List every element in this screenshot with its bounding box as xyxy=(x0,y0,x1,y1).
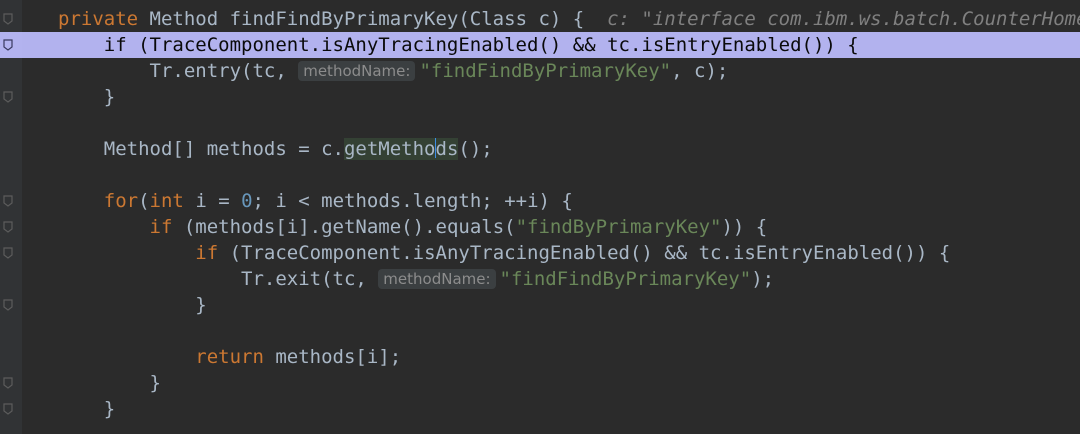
code-token: Method[] methods = c. xyxy=(58,138,344,160)
code-text[interactable]: } xyxy=(58,84,115,110)
code-token: Tr.entry(tc, xyxy=(58,60,299,82)
code-line[interactable]: for(int i = 0; i < methods.length; ++i) … xyxy=(0,188,1080,214)
code-token: "findFindByPrimaryKey" xyxy=(419,60,672,82)
parameter-hint: methodName: xyxy=(298,61,416,81)
code-text[interactable]: } xyxy=(58,292,207,318)
code-line[interactable]: } xyxy=(0,370,1080,396)
code-line[interactable]: private Method findFindByPrimaryKey(Clas… xyxy=(0,6,1080,32)
code-line[interactable]: } xyxy=(0,292,1080,318)
code-line[interactable]: } xyxy=(0,84,1080,110)
fold-marker-icon[interactable] xyxy=(2,376,14,390)
parameter-hint: methodName: xyxy=(378,269,496,289)
code-token: if (TraceComponent.isAnyTracingEnabled()… xyxy=(58,34,859,56)
code-text[interactable]: if (TraceComponent.isAnyTracingEnabled()… xyxy=(58,32,859,58)
code-line[interactable]: Method[] methods = c.getMethods(); xyxy=(0,136,1080,162)
code-token: 0 xyxy=(241,190,253,212)
code-line[interactable] xyxy=(0,318,1080,344)
code-line[interactable]: Tr.exit(tc, methodName: "findFindByPrimar… xyxy=(0,266,1080,292)
code-token: ; i < methods.length; ++i) { xyxy=(252,190,573,212)
code-text[interactable]: if (methods[i].getName().equals("findByP… xyxy=(58,214,768,240)
code-token: "findByPrimaryKey" xyxy=(515,216,722,238)
code-token: )) { xyxy=(721,216,768,238)
code-text[interactable]: Tr.entry(tc, methodName: "findFindByPrima… xyxy=(58,58,729,84)
code-token: return xyxy=(195,346,264,368)
code-token: getMetho xyxy=(343,138,436,160)
code-token: Method findFindByPrimaryKey(Class c) { xyxy=(138,8,608,30)
code-text[interactable]: if (TraceComponent.isAnyTracingEnabled()… xyxy=(58,240,950,266)
code-line[interactable]: Tr.entry(tc, methodName: "findFindByPrima… xyxy=(0,58,1080,84)
fold-marker-icon[interactable] xyxy=(2,298,14,312)
code-text[interactable]: } xyxy=(58,370,161,396)
code-token: for xyxy=(103,190,139,212)
code-token: methods[i]; xyxy=(263,346,402,368)
code-token: private xyxy=(58,8,139,30)
code-line[interactable]: if (TraceComponent.isAnyTracingEnabled()… xyxy=(0,240,1080,266)
code-token: } xyxy=(58,372,161,394)
code-token: , c); xyxy=(671,60,729,82)
code-token: int xyxy=(149,190,184,212)
code-token: ( xyxy=(138,190,150,212)
code-token: } xyxy=(58,294,207,316)
code-line[interactable] xyxy=(0,162,1080,188)
code-text[interactable]: Tr.exit(tc, methodName: "findFindByPrimar… xyxy=(58,266,774,292)
code-text[interactable]: } xyxy=(58,396,115,422)
code-token: ); xyxy=(751,268,775,290)
code-line[interactable]: if (TraceComponent.isAnyTracingEnabled()… xyxy=(0,32,1080,58)
code-token: if xyxy=(149,216,173,238)
code-token: } xyxy=(58,86,116,108)
fold-marker-icon[interactable] xyxy=(2,194,14,208)
fold-marker-icon[interactable] xyxy=(2,90,14,104)
fold-marker-icon[interactable] xyxy=(2,220,14,234)
code-token: } xyxy=(58,398,116,420)
code-token: if xyxy=(195,242,219,264)
code-line[interactable]: if (methods[i].getName().equals("findByP… xyxy=(0,214,1080,240)
code-line[interactable]: return methods[i]; xyxy=(0,344,1080,370)
code-text[interactable]: private Method findFindByPrimaryKey(Clas… xyxy=(58,6,1080,32)
code-text[interactable]: Method[] methods = c.getMethods(); xyxy=(58,136,493,162)
code-token: (TraceComponent.isAnyTracingEnabled() &&… xyxy=(218,242,951,264)
inline-value-hint: c: "interface com.ibm.ws.batch.CounterHo… xyxy=(607,8,1080,30)
code-line[interactable] xyxy=(0,110,1080,136)
fold-marker-icon[interactable] xyxy=(2,246,14,260)
code-token: (methods[i].getName().equals( xyxy=(172,216,516,238)
code-token: (); xyxy=(458,138,493,160)
code-token: Tr.exit(tc, xyxy=(58,268,379,290)
fold-marker-icon[interactable] xyxy=(2,38,14,52)
code-token: i = xyxy=(183,190,242,212)
code-text[interactable]: return methods[i]; xyxy=(58,344,401,370)
fold-marker-icon[interactable] xyxy=(2,12,14,26)
code-token: ds xyxy=(435,138,459,160)
code-token: "findFindByPrimaryKey" xyxy=(499,268,752,290)
code-text[interactable]: for(int i = 0; i < methods.length; ++i) … xyxy=(58,188,573,214)
fold-marker-icon[interactable] xyxy=(2,402,14,416)
code-editor[interactable]: private Method findFindByPrimaryKey(Clas… xyxy=(0,0,1080,434)
code-line[interactable]: } xyxy=(0,396,1080,422)
